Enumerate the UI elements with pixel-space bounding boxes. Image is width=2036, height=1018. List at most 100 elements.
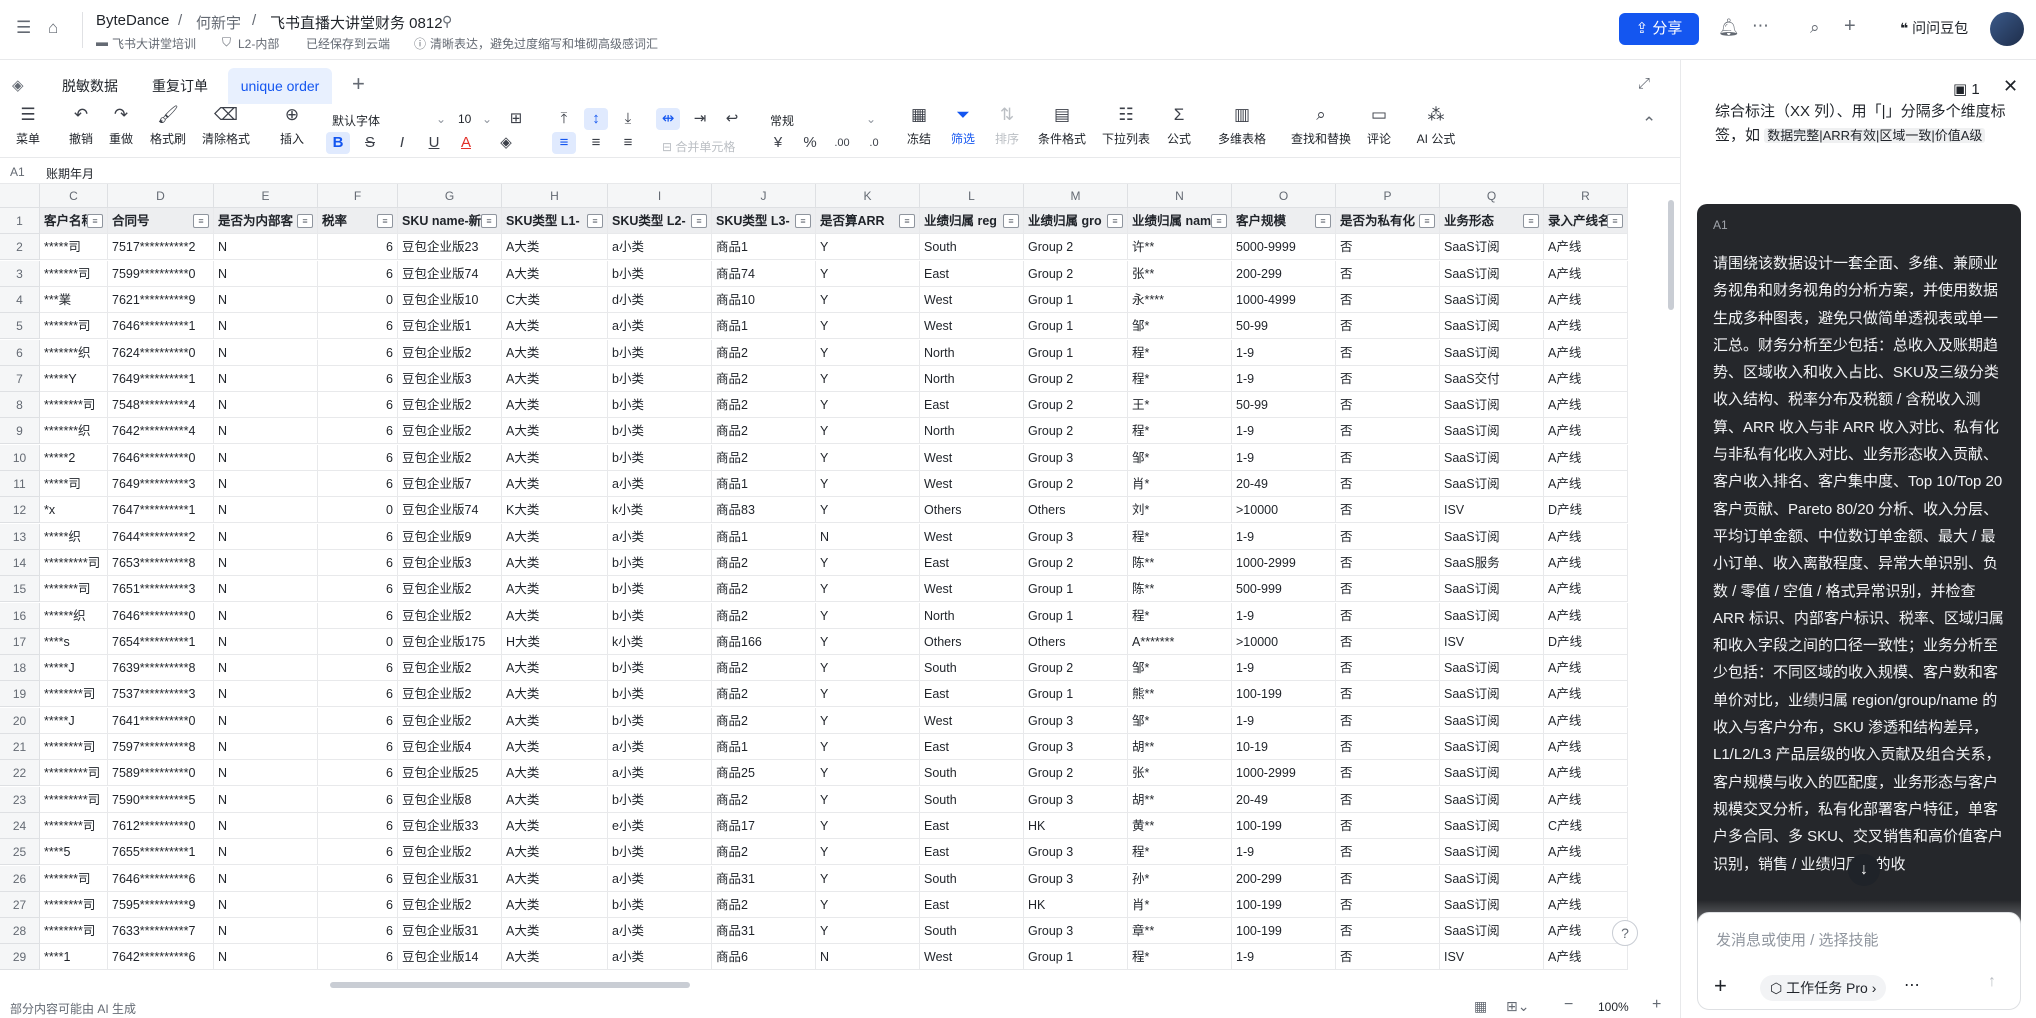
table-cell[interactable]: 商品2: [712, 603, 816, 629]
table-cell[interactable]: 肖*: [1128, 471, 1232, 497]
table-cell[interactable]: 6: [318, 839, 398, 865]
table-cell[interactable]: Group 2: [1024, 261, 1128, 287]
table-cell[interactable]: 7597**********8: [108, 734, 214, 760]
table-cell[interactable]: a小类: [608, 918, 712, 944]
table-cell[interactable]: Y: [816, 813, 920, 839]
table-cell[interactable]: 6: [318, 760, 398, 786]
table-cell[interactable]: >10000: [1232, 497, 1336, 523]
table-cell[interactable]: 6: [318, 866, 398, 892]
table-cell[interactable]: >10000: [1232, 629, 1336, 655]
filter-dropdown-icon[interactable]: ≡: [1107, 214, 1123, 228]
table-cell[interactable]: 6: [318, 550, 398, 576]
table-cell[interactable]: SaaS订阅: [1440, 813, 1544, 839]
align-left-icon[interactable]: ≡: [552, 132, 576, 154]
table-cell[interactable]: ****1: [40, 944, 108, 970]
table-cell[interactable]: East: [920, 261, 1024, 287]
table-cell[interactable]: A产线: [1544, 734, 1628, 760]
column-header-m[interactable]: M: [1024, 184, 1128, 208]
table-cell[interactable]: East: [920, 392, 1024, 418]
table-cell[interactable]: a小类: [608, 944, 712, 970]
table-cell[interactable]: Group 1: [1024, 287, 1128, 313]
table-cell[interactable]: 6: [318, 787, 398, 813]
row-number[interactable]: 20: [0, 708, 40, 734]
header-cell[interactable]: 客户名称 ≡: [40, 208, 108, 234]
send-icon[interactable]: ↑: [1988, 973, 1996, 991]
table-cell[interactable]: 6: [318, 418, 398, 444]
table-cell[interactable]: Group 2: [1024, 234, 1128, 260]
close-icon[interactable]: ✕: [2003, 76, 2018, 97]
table-cell[interactable]: N: [214, 681, 318, 707]
table-cell[interactable]: N: [214, 261, 318, 287]
table-cell[interactable]: k小类: [608, 497, 712, 523]
table-cell[interactable]: A产线: [1544, 760, 1628, 786]
table-cell[interactable]: A大类: [502, 261, 608, 287]
table-cell[interactable]: *********司: [40, 760, 108, 786]
table-cell[interactable]: 否: [1336, 366, 1440, 392]
table-cell[interactable]: 6: [318, 655, 398, 681]
table-cell[interactable]: ********司: [40, 892, 108, 918]
table-cell[interactable]: Group 1: [1024, 944, 1128, 970]
header-cell[interactable]: 客户规模 ≡: [1232, 208, 1336, 234]
table-cell[interactable]: 200-299: [1232, 261, 1336, 287]
vertical-scrollbar[interactable]: [1668, 200, 1674, 310]
ai-formula-button[interactable]: ⁂ AI 公式: [1412, 104, 1460, 147]
table-cell[interactable]: b小类: [608, 839, 712, 865]
table-cell[interactable]: b小类: [608, 550, 712, 576]
table-cell[interactable]: 7548**********4: [108, 392, 214, 418]
table-cell[interactable]: b小类: [608, 892, 712, 918]
table-cell[interactable]: 6: [318, 918, 398, 944]
table-cell[interactable]: SaaS订阅: [1440, 261, 1544, 287]
table-cell[interactable]: b小类: [608, 418, 712, 444]
table-cell[interactable]: 6: [318, 471, 398, 497]
table-cell[interactable]: 商品2: [712, 550, 816, 576]
spreadsheet-grid[interactable]: C D E F G H I J K L M N O P Q R 1 客户名称 ≡ 合同号 ≡ 是否为内部客 ≡ 税率 ≡ SKU …: [0, 184, 1672, 982]
table-cell[interactable]: N: [214, 603, 318, 629]
table-cell[interactable]: 肖*: [1128, 892, 1232, 918]
row-number[interactable]: 28: [0, 918, 40, 944]
search-icon[interactable]: ⌕: [1810, 18, 1820, 38]
header-cell[interactable]: 录入产线名称 ≡: [1544, 208, 1628, 234]
breadcrumb-company[interactable]: ByteDance: [96, 12, 169, 29]
table-cell[interactable]: A产线: [1544, 603, 1628, 629]
table-cell[interactable]: 商品10: [712, 287, 816, 313]
table-cell[interactable]: SaaS订阅: [1440, 681, 1544, 707]
align-center-icon[interactable]: ≡: [584, 132, 608, 154]
table-cell[interactable]: *****织: [40, 524, 108, 550]
table-cell[interactable]: Group 3: [1024, 866, 1128, 892]
table-cell[interactable]: 7649**********1: [108, 366, 214, 392]
table-cell[interactable]: 商品1: [712, 524, 816, 550]
table-cell[interactable]: Y: [816, 760, 920, 786]
table-cell[interactable]: 0: [318, 497, 398, 523]
table-cell[interactable]: D产线: [1544, 497, 1628, 523]
table-cell[interactable]: 章**: [1128, 918, 1232, 944]
table-cell[interactable]: 陈**: [1128, 576, 1232, 602]
table-cell[interactable]: 1-9: [1232, 524, 1336, 550]
table-cell[interactable]: Y: [816, 629, 920, 655]
table-cell[interactable]: 6: [318, 524, 398, 550]
table-cell[interactable]: N: [214, 708, 318, 734]
table-cell[interactable]: N: [214, 287, 318, 313]
header-cell[interactable]: SKU类型 L2- ≡: [608, 208, 712, 234]
table-cell[interactable]: 100-199: [1232, 918, 1336, 944]
table-cell[interactable]: Y: [816, 787, 920, 813]
filter-button[interactable]: ⏷ 筛选: [948, 104, 978, 147]
table-cell[interactable]: Y: [816, 550, 920, 576]
table-cell[interactable]: 豆包企业版2: [398, 392, 502, 418]
table-cell[interactable]: West: [920, 471, 1024, 497]
table-cell[interactable]: 7641**********0: [108, 708, 214, 734]
italic-icon[interactable]: I: [390, 132, 414, 154]
row-number[interactable]: 27: [0, 892, 40, 918]
breadcrumb-owner[interactable]: 何新宇: [196, 12, 241, 33]
table-cell[interactable]: SaaS订阅: [1440, 471, 1544, 497]
table-cell[interactable]: N: [214, 813, 318, 839]
table-cell[interactable]: 商品25: [712, 760, 816, 786]
bell-icon[interactable]: 🔔︎: [1718, 18, 1740, 38]
select-all-corner[interactable]: [0, 184, 40, 208]
table-cell[interactable]: 豆包企业版2: [398, 839, 502, 865]
table-cell[interactable]: A大类: [502, 787, 608, 813]
conditional-format-button[interactable]: ▤ 条件格式: [1036, 104, 1088, 147]
table-cell[interactable]: 7624**********0: [108, 340, 214, 366]
row-number[interactable]: 14: [0, 550, 40, 576]
undo-button[interactable]: ↶ 撤销: [66, 104, 96, 147]
table-cell[interactable]: 0: [318, 629, 398, 655]
